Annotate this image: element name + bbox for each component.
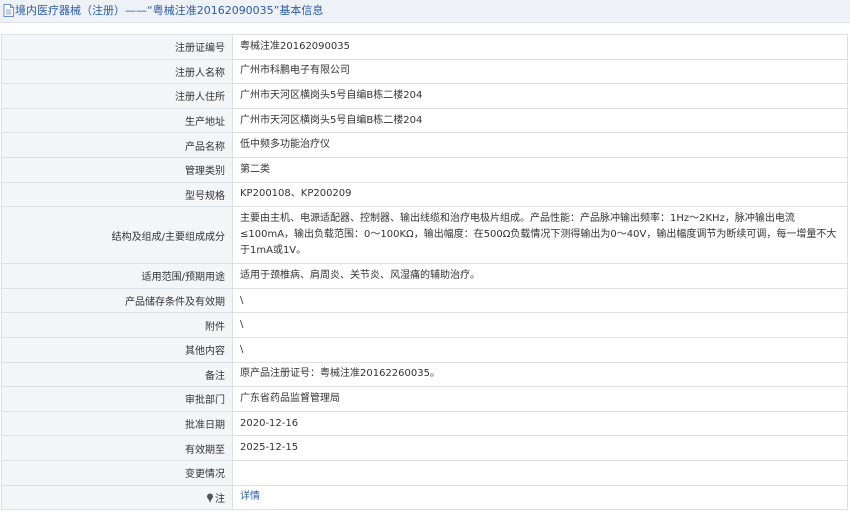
field-label: 适用范围/预期用途: [1, 263, 233, 289]
field-label: 结构及组成/主要组成成分: [1, 206, 233, 265]
field-value: KP200108、KP200209: [232, 181, 848, 208]
table-row: 型号规格 KP200108、KP200209: [1, 181, 848, 208]
field-value: \: [232, 287, 848, 314]
field-label: 注: [215, 493, 225, 505]
device-info-table: 注册证编号 粤械注准20162090035 注册人名称 广州市科鹏电子有限公司 …: [1, 34, 848, 511]
field-value: \: [232, 312, 848, 338]
table-row: 变更情况: [1, 459, 848, 486]
field-label: 有效期至: [1, 435, 233, 461]
field-label: 产品名称: [1, 132, 233, 158]
page-title: 境内医疗器械（注册）——“粤械注准20162090035”基本信息: [15, 4, 324, 17]
field-value: 广州市天河区横岗头5号自编B栋二楼204: [232, 83, 848, 109]
field-value: 2025-12-15: [232, 435, 848, 461]
field-label: 变更情况: [1, 459, 233, 486]
table-row: 有效期至 2025-12-15: [1, 435, 848, 461]
field-label: 注册人住所: [1, 83, 233, 109]
field-label: 批准日期: [1, 410, 233, 437]
field-value: 粤械注准20162090035: [232, 34, 848, 60]
field-label: 生产地址: [1, 107, 233, 134]
details-link[interactable]: 详情: [240, 491, 260, 502]
field-value: 第二类: [232, 156, 848, 183]
field-value: 适用于颈椎病、肩周炎、关节炎、风湿痛的辅助治疗。: [232, 263, 848, 289]
field-value: 主要由主机、电源适配器、控制器、输出线缆和治疗电极片组成。产品性能：产品脉冲输出…: [232, 206, 848, 265]
field-value: 原产品注册证号：粤械注准20162260035。: [232, 361, 848, 388]
table-row: 注册人住所 广州市天河区横岗头5号自编B栋二楼204: [1, 83, 848, 109]
note-label-cell: 注: [1, 484, 233, 511]
table-row: 产品储存条件及有效期 \: [1, 287, 848, 314]
field-value: 广州市科鹏电子有限公司: [232, 58, 848, 85]
table-row: 结构及组成/主要组成成分 主要由主机、电源适配器、控制器、输出线缆和治疗电极片组…: [1, 206, 848, 265]
table-row: 注 详情: [1, 484, 848, 511]
table-row: 注册人名称 广州市科鹏电子有限公司: [1, 58, 848, 85]
document-icon: [3, 4, 14, 17]
table-row: 生产地址 广州市天河区横岗头5号自编B栋二楼204: [1, 107, 848, 134]
field-label: 审批部门: [1, 386, 233, 412]
field-label: 其他内容: [1, 336, 233, 363]
table-row: 注册证编号 粤械注准20162090035: [1, 34, 848, 60]
field-value: 详情: [232, 484, 848, 511]
field-value: 2020-12-16: [232, 410, 848, 437]
field-value: \: [232, 336, 848, 363]
table-row: 附件 \: [1, 312, 848, 338]
field-label: 型号规格: [1, 181, 233, 208]
field-label: 产品储存条件及有效期: [1, 287, 233, 314]
field-label: 附件: [1, 312, 233, 338]
field-label: 管理类别: [1, 156, 233, 183]
table-row: 产品名称 低中频多功能治疗仪: [1, 132, 848, 158]
pin-icon: [207, 493, 213, 503]
field-label: 注册人名称: [1, 58, 233, 85]
field-label: 注册证编号: [1, 34, 233, 60]
field-value: 低中频多功能治疗仪: [232, 132, 848, 158]
table-row: 备注 原产品注册证号：粤械注准20162260035。: [1, 361, 848, 388]
info-table-wrapper: 注册证编号 粤械注准20162090035 注册人名称 广州市科鹏电子有限公司 …: [1, 34, 848, 511]
table-row: 审批部门 广东省药品监督管理局: [1, 386, 848, 412]
field-value: 广东省药品监督管理局: [232, 386, 848, 412]
table-row: 其他内容 \: [1, 336, 848, 363]
field-label: 备注: [1, 361, 233, 388]
table-row: 适用范围/预期用途 适用于颈椎病、肩周炎、关节炎、风湿痛的辅助治疗。: [1, 263, 848, 289]
table-row: 管理类别 第二类: [1, 156, 848, 183]
table-row: 批准日期 2020-12-16: [1, 410, 848, 437]
page-header: 境内医疗器械（注册）——“粤械注准20162090035”基本信息: [0, 0, 850, 23]
field-value: 广州市天河区横岗头5号自编B栋二楼204: [232, 107, 848, 134]
field-value: [232, 459, 848, 486]
